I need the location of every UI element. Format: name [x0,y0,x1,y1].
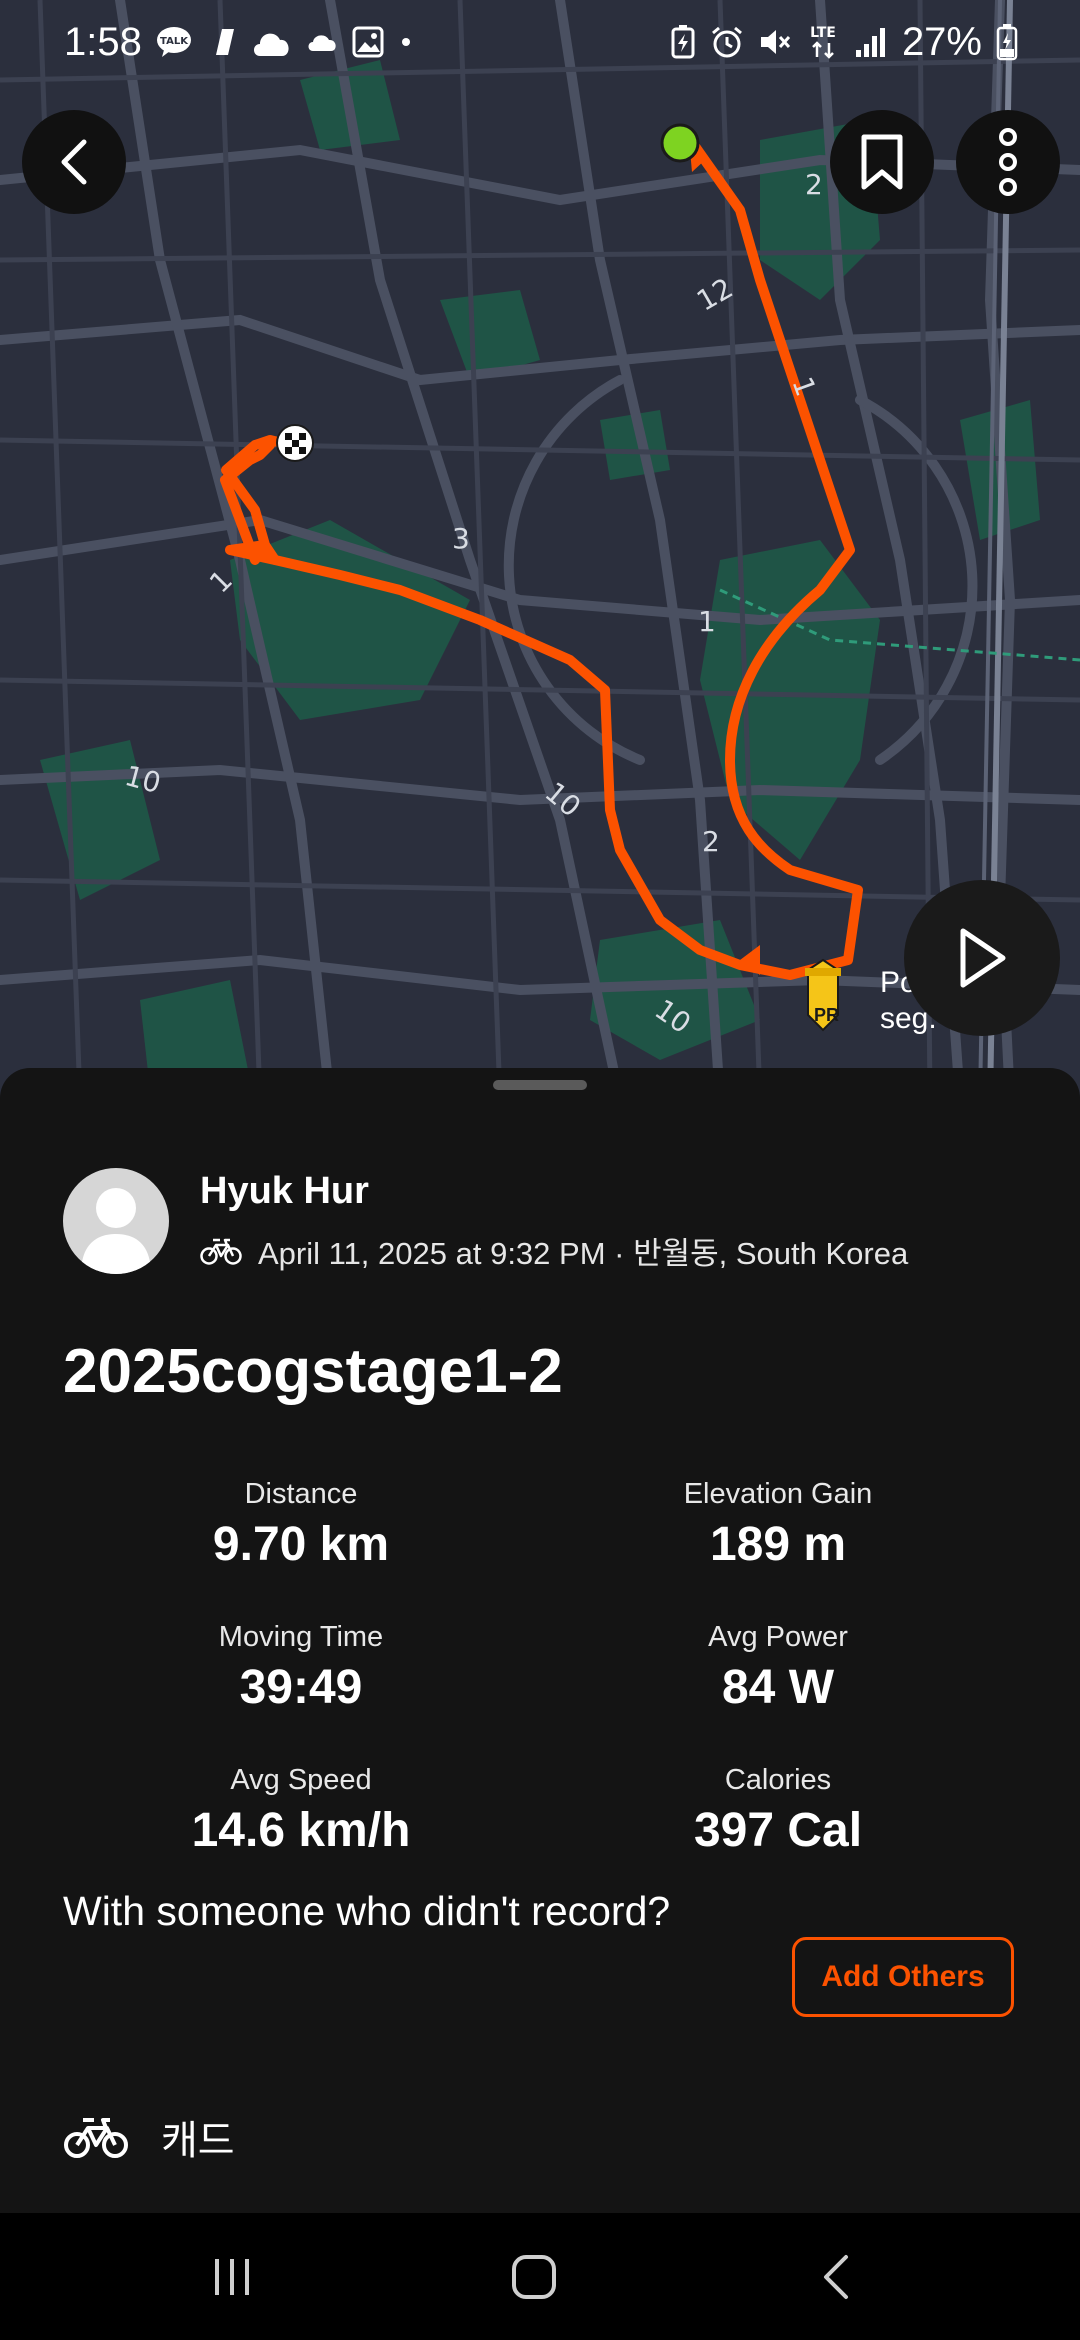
home-icon [512,2254,556,2299]
status-time: 1:58 [64,19,142,64]
activity-sheet: Hyuk Hur April 11, 2025 at 9:32 PM · 반월동… [0,1068,1080,2213]
system-back-icon [824,2254,848,2299]
default-avatar-icon [81,1188,151,1274]
lte-icon: LTE [806,23,840,61]
alarm-icon [710,25,744,59]
bike-gear-icon [64,2118,128,2158]
recent-apps-button[interactable] [132,2213,332,2340]
talk-icon: TALK [156,26,192,58]
home-button[interactable] [434,2213,634,2340]
back-icon [61,139,87,185]
activity-meta: April 11, 2025 at 9:32 PM · 반월동, South K… [200,1228,908,1273]
pr-badge-text: PR [814,1005,840,1025]
dot-icon [398,34,414,50]
activity-title: 2025cogstage1-2 [63,1337,563,1406]
mute-icon [758,25,792,59]
stat-avg-power: Avg Power 84 W [708,1621,848,1714]
play-icon [960,928,1006,988]
system-back-button[interactable] [736,2213,936,2340]
stat-avg-speed: Avg Speed 14.6 km/h [191,1764,411,1857]
drag-handle[interactable] [493,1080,587,1090]
stat-elevation-gain: Elevation Gain 189 m [683,1478,873,1571]
status-bar: 1:58 TALK LTE 27% [0,0,1080,84]
svg-text:LTE: LTE [810,25,836,41]
more-options-button[interactable] [956,110,1060,214]
back-button[interactable] [22,110,126,214]
avatar[interactable] [63,1168,169,1274]
road-label: 2 [702,825,720,858]
battery-icon [996,23,1018,61]
battery-saver-icon [670,25,696,59]
with-others-prompt: With someone who didn't record? [63,1888,671,1934]
activity-date-location: April 11, 2025 at 9:32 PM · 반월동, South K… [258,1236,909,1271]
road-label: 2 [805,168,823,201]
image-icon [352,26,384,58]
bike-icon [200,1238,242,1265]
cloud-small-icon [306,31,338,53]
system-nav-bar [0,2213,1080,2340]
cloud-icon [250,26,292,58]
gear-name: 캐드 [161,2119,235,2163]
bookmark-icon [861,134,903,190]
start-marker [660,123,700,163]
svg-text:TALK: TALK [160,36,189,47]
road-label: 1 [698,605,716,638]
play-flyover-button[interactable] [904,880,1060,1036]
athlete-name[interactable]: Hyuk Hur [200,1170,369,1213]
stat-calories: Calories 397 Cal [693,1764,863,1857]
gear-row[interactable]: 캐드 [63,2108,235,2166]
more-icon [999,128,1017,196]
stat-moving-time: Moving Time 39:49 [218,1621,384,1714]
bookmark-button[interactable] [830,110,934,214]
signal-icon [854,26,888,58]
add-others-button[interactable]: Add Others [792,1937,1014,2017]
park-areas [40,60,1040,1090]
finish-marker [276,424,314,462]
recent-apps-icon [215,2258,249,2295]
road-label: 3 [452,522,470,555]
stat-distance: Distance 9.70 km [212,1478,390,1571]
battery-percent: 27% [901,19,982,64]
flash-icon [206,27,236,57]
